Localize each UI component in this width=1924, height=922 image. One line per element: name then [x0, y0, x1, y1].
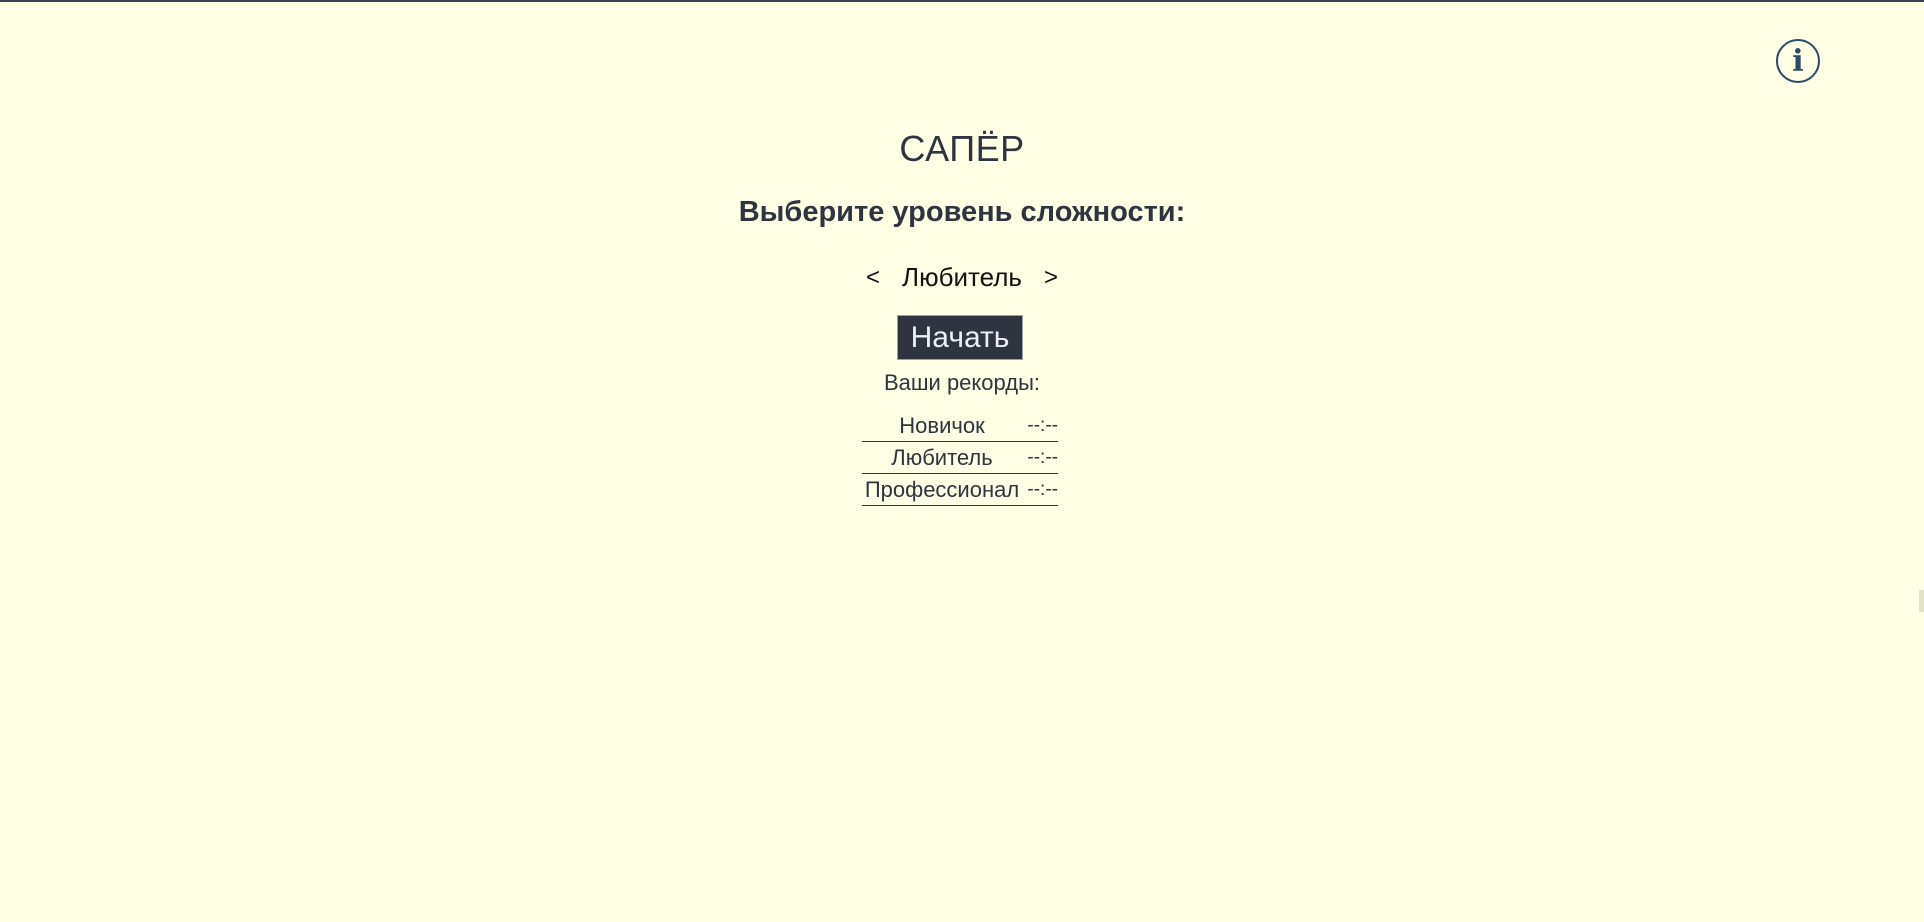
top-border [0, 0, 1924, 2]
info-icon: i [1792, 43, 1804, 79]
prev-level-arrow[interactable]: < [862, 264, 884, 292]
record-time: --:-- [1022, 473, 1058, 506]
table-row: Любитель --:-- [862, 441, 1058, 474]
record-level-name: Любитель [862, 441, 1022, 474]
difficulty-prompt: Выберите уровень сложности: [738, 196, 1186, 228]
table-row: Профессионал --:-- [862, 473, 1058, 506]
scrollbar-handle[interactable] [1919, 590, 1924, 612]
records-title: Ваши рекорды: [883, 370, 1041, 395]
next-level-arrow[interactable]: > [1040, 264, 1062, 292]
current-level-label: Любитель [902, 262, 1022, 292]
record-time: --:-- [1022, 441, 1058, 474]
level-selector: < Любитель > [0, 262, 1924, 293]
record-time: --:-- [1022, 410, 1058, 442]
info-button[interactable]: i [1776, 39, 1820, 83]
record-level-name: Новичок [862, 410, 1022, 442]
record-level-name: Профессионал [862, 473, 1022, 506]
start-button[interactable]: Начать [897, 315, 1023, 360]
table-row: Новичок --:-- [862, 410, 1058, 442]
page-title: САПЁР [899, 128, 1025, 169]
records-table: Новичок --:-- Любитель --:-- Профессиона… [862, 410, 1058, 506]
